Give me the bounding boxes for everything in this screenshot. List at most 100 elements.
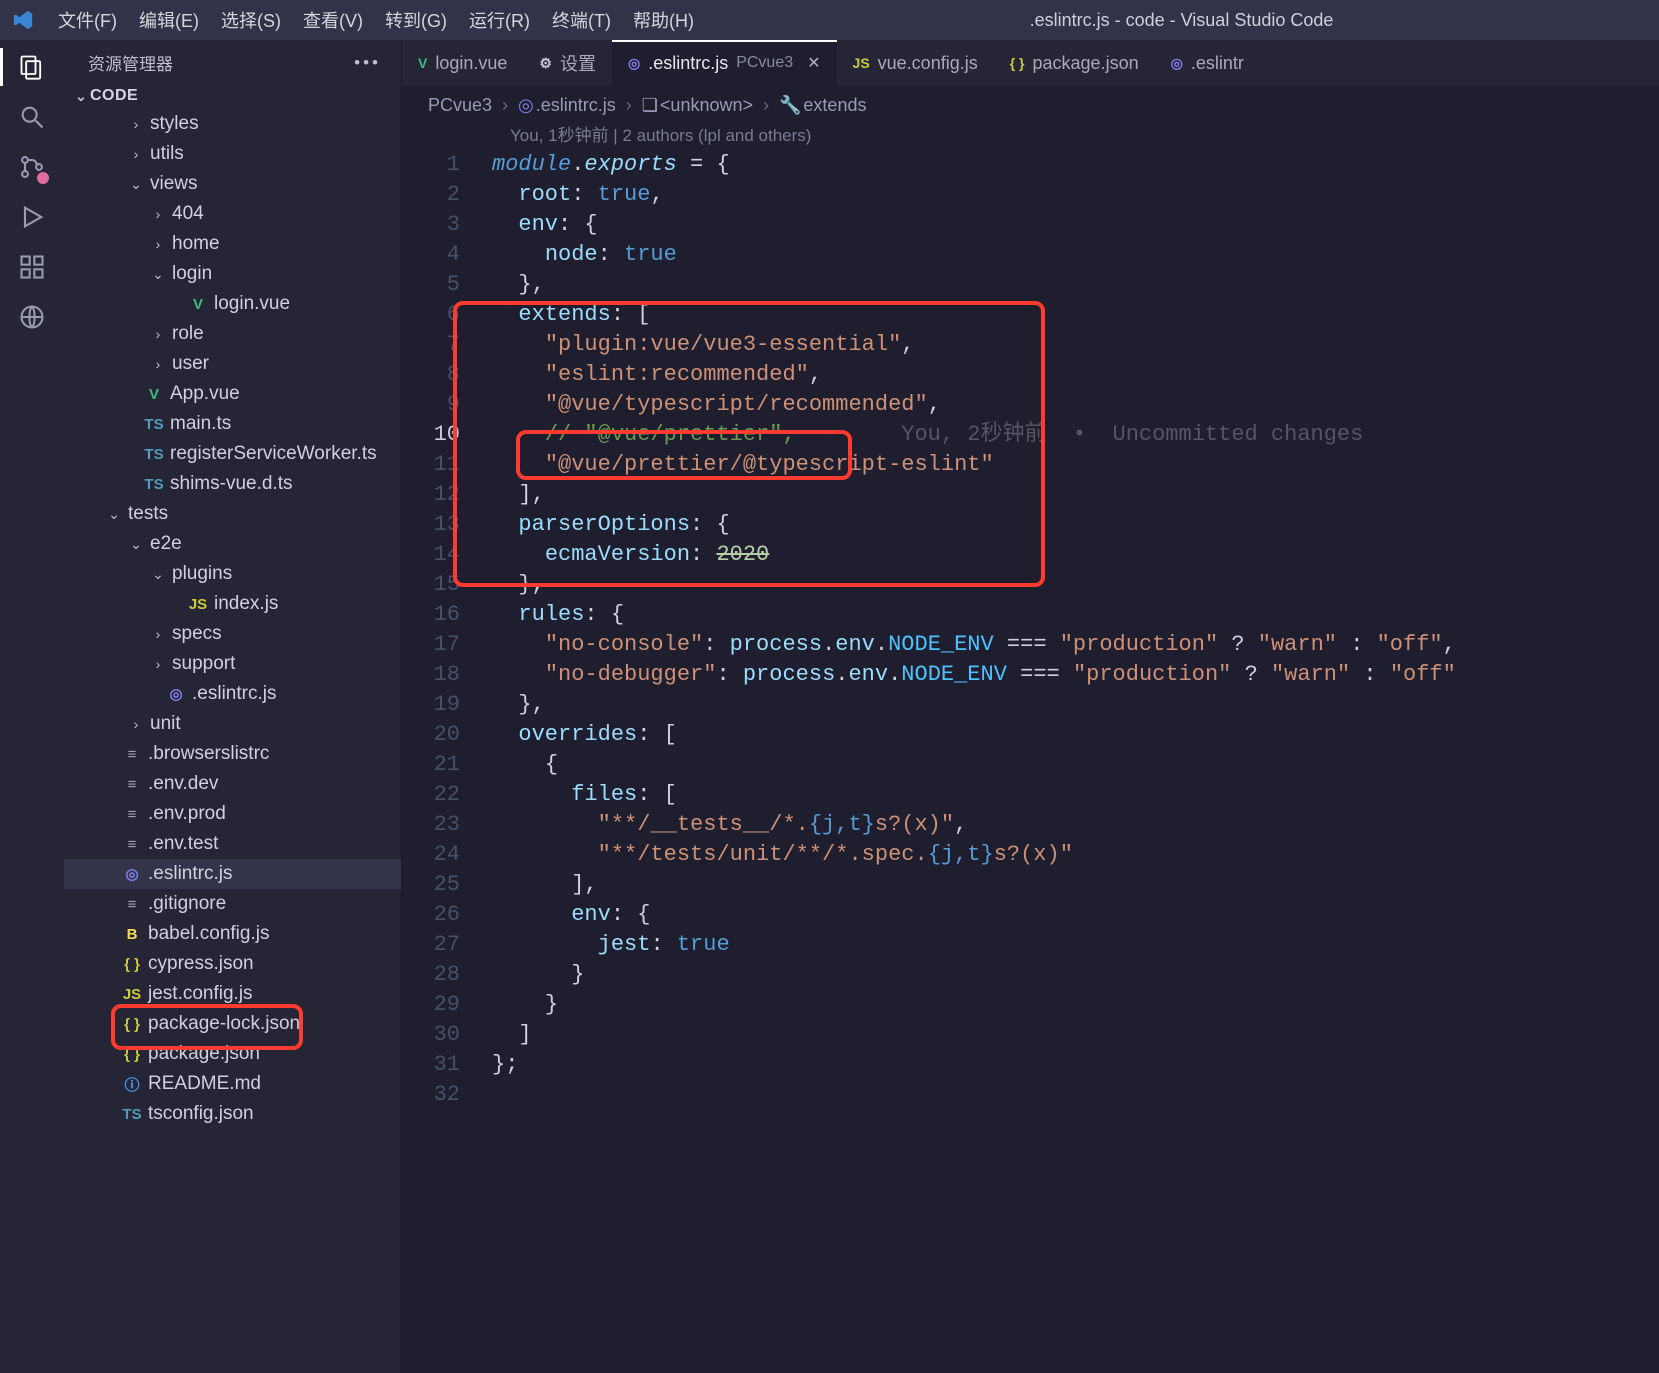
tree-item[interactable]: home — [64, 229, 401, 259]
tree-item[interactable]: styles — [64, 109, 401, 139]
tree-item[interactable]: plugins — [64, 559, 401, 589]
tree-item[interactable]: ≡.env.test — [64, 829, 401, 859]
tree-item[interactable]: TSshims-vue.d.ts — [64, 469, 401, 499]
code-line[interactable]: ] — [492, 1020, 1659, 1050]
menu-item[interactable]: 转到(G) — [375, 1, 457, 39]
chevron-icon[interactable] — [128, 116, 144, 132]
chevron-icon[interactable] — [128, 176, 144, 193]
chevron-icon[interactable] — [128, 146, 144, 162]
code-line[interactable]: "no-console": process.env.NODE_ENV === "… — [492, 630, 1659, 660]
chevron-icon[interactable] — [150, 356, 166, 372]
editor-tab[interactable]: ⚙设置 — [523, 40, 612, 86]
code-line[interactable]: ], — [492, 480, 1659, 510]
code-editor[interactable]: 1234567891011121314151617181920212223242… — [402, 148, 1659, 1373]
menu-item[interactable]: 帮助(H) — [623, 1, 704, 39]
editor-tab[interactable]: ◎.eslintr — [1155, 40, 1260, 86]
tree-item[interactable]: 404 — [64, 199, 401, 229]
code-line[interactable]: }, — [492, 570, 1659, 600]
chevron-icon[interactable] — [150, 566, 166, 583]
close-tab-icon[interactable]: ✕ — [807, 53, 820, 73]
chevron-icon[interactable] — [150, 326, 166, 342]
code-line[interactable]: module.exports = { — [492, 150, 1659, 180]
code-line[interactable]: env: { — [492, 210, 1659, 240]
chevron-icon[interactable] — [150, 266, 166, 283]
tree-item[interactable]: e2e — [64, 529, 401, 559]
tree-item[interactable]: Bbabel.config.js — [64, 919, 401, 949]
run-debug-icon[interactable] — [17, 202, 47, 232]
menu-item[interactable]: 终端(T) — [542, 1, 621, 39]
chevron-icon[interactable] — [150, 236, 166, 252]
tree-item[interactable]: user — [64, 349, 401, 379]
tree-item[interactable]: support — [64, 649, 401, 679]
editor-tab[interactable]: ◎.eslintrc.jsPCvue3✕ — [612, 40, 837, 86]
editor-tab[interactable]: JSvue.config.js — [837, 40, 994, 86]
code-line[interactable]: "**/__tests__/*.{j,t}s?(x)", — [492, 810, 1659, 840]
chevron-icon[interactable] — [150, 656, 166, 672]
code-line[interactable] — [492, 1080, 1659, 1110]
tree-item[interactable]: login — [64, 259, 401, 289]
tree-item[interactable]: ◎.eslintrc.js — [64, 859, 401, 889]
tree-item[interactable]: JSjest.config.js — [64, 979, 401, 1009]
editor-tab[interactable]: Vlogin.vue — [402, 40, 523, 86]
explorer-icon[interactable] — [17, 52, 47, 82]
breadcrumbs[interactable]: PCvue3›◎.eslintrc.js›❏<unknown>›🔧extends — [402, 86, 1659, 124]
tree-item[interactable]: tests — [64, 499, 401, 529]
code-line[interactable]: node: true — [492, 240, 1659, 270]
code-line[interactable]: "eslint:recommended", — [492, 360, 1659, 390]
code-line[interactable]: "no-debugger": process.env.NODE_ENV === … — [492, 660, 1659, 690]
tree-item[interactable]: ≡.browserslistrc — [64, 739, 401, 769]
source-control-icon[interactable] — [17, 152, 47, 182]
code-line[interactable]: extends: [ — [492, 300, 1659, 330]
tree-item[interactable]: VApp.vue — [64, 379, 401, 409]
code-line[interactable]: rules: { — [492, 600, 1659, 630]
tree-item[interactable]: ⓘREADME.md — [64, 1069, 401, 1099]
tree-item[interactable]: { }package.json — [64, 1039, 401, 1069]
editor-tab[interactable]: { }package.json — [994, 40, 1155, 86]
tree-item[interactable]: utils — [64, 139, 401, 169]
code-line[interactable]: "@vue/prettier/@typescript-eslint" — [492, 450, 1659, 480]
code-lines[interactable]: module.exports = { root: true, env: { no… — [492, 150, 1659, 1373]
tree-item[interactable]: TStsconfig.json — [64, 1099, 401, 1129]
tree-item[interactable]: ≡.env.dev — [64, 769, 401, 799]
remote-icon[interactable] — [17, 302, 47, 332]
tree-item[interactable]: specs — [64, 619, 401, 649]
tree-item[interactable]: unit — [64, 709, 401, 739]
code-line[interactable]: "plugin:vue/vue3-essential", — [492, 330, 1659, 360]
chevron-icon[interactable] — [128, 716, 144, 732]
code-line[interactable]: // "@vue/prettier", You, 2秒钟前 • Uncommit… — [492, 420, 1659, 450]
code-line[interactable]: }, — [492, 690, 1659, 720]
code-line[interactable]: }, — [492, 270, 1659, 300]
chevron-icon[interactable] — [150, 206, 166, 222]
tree-item[interactable]: JSindex.js — [64, 589, 401, 619]
code-line[interactable]: }; — [492, 1050, 1659, 1080]
tree-item[interactable]: role — [64, 319, 401, 349]
tree-item[interactable]: views — [64, 169, 401, 199]
code-line[interactable]: files: [ — [492, 780, 1659, 810]
tree-item[interactable]: ◎.eslintrc.js — [64, 679, 401, 709]
tree-item[interactable]: TSmain.ts — [64, 409, 401, 439]
tree-item[interactable]: ≡.gitignore — [64, 889, 401, 919]
menu-item[interactable]: 文件(F) — [48, 1, 127, 39]
tree-item[interactable]: { }cypress.json — [64, 949, 401, 979]
chevron-icon[interactable] — [128, 536, 144, 553]
code-line[interactable]: ], — [492, 870, 1659, 900]
extensions-icon[interactable] — [17, 252, 47, 282]
chevron-icon[interactable] — [106, 506, 122, 523]
code-line[interactable]: "@vue/typescript/recommended", — [492, 390, 1659, 420]
tree-root[interactable]: CODE — [64, 83, 401, 109]
code-line[interactable]: root: true, — [492, 180, 1659, 210]
breadcrumb-item[interactable]: 🔧extends — [779, 95, 866, 116]
explorer-more-icon[interactable]: ••• — [354, 53, 387, 73]
tree-item[interactable]: TSregisterServiceWorker.ts — [64, 439, 401, 469]
menu-item[interactable]: 查看(V) — [293, 1, 373, 39]
tree-item[interactable]: Vlogin.vue — [64, 289, 401, 319]
code-line[interactable]: } — [492, 960, 1659, 990]
code-line[interactable]: } — [492, 990, 1659, 1020]
breadcrumb-item[interactable]: ❏<unknown> — [642, 95, 753, 116]
breadcrumb-item[interactable]: PCvue3 — [428, 95, 492, 116]
code-line[interactable]: env: { — [492, 900, 1659, 930]
tree-item[interactable]: ≡.env.prod — [64, 799, 401, 829]
search-icon[interactable] — [17, 102, 47, 132]
chevron-icon[interactable] — [150, 626, 166, 642]
code-line[interactable]: { — [492, 750, 1659, 780]
